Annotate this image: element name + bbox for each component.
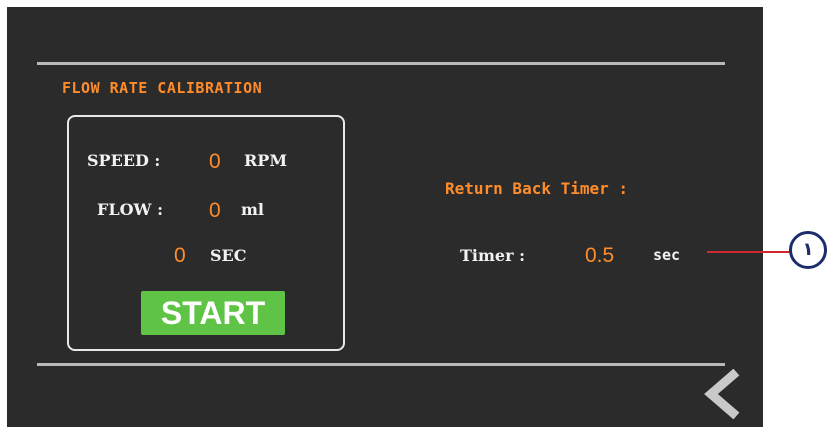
chevron-left-icon bbox=[704, 368, 740, 420]
device-screen: FLOW RATE CALIBRATION SPEED : 0 RPM FLOW… bbox=[7, 7, 763, 427]
timer-value[interactable]: 0.5 bbox=[585, 244, 614, 268]
timer-unit: sec bbox=[653, 246, 681, 264]
back-button[interactable] bbox=[701, 368, 743, 420]
flow-unit: ml bbox=[241, 200, 265, 219]
bottom-divider bbox=[37, 363, 725, 366]
callout-marker: ١ bbox=[789, 231, 827, 269]
timer-label: Timer : bbox=[460, 246, 525, 265]
speed-label: SPEED : bbox=[87, 151, 161, 170]
speed-value[interactable]: 0 bbox=[209, 150, 221, 174]
top-divider bbox=[37, 62, 725, 65]
section-title: FLOW RATE CALIBRATION bbox=[62, 79, 263, 97]
seconds-unit: SEC bbox=[210, 246, 247, 265]
flow-label: FLOW : bbox=[97, 200, 163, 219]
return-back-timer-title: Return Back Timer : bbox=[445, 179, 629, 198]
callout-line bbox=[707, 251, 791, 253]
start-button[interactable]: START bbox=[141, 291, 285, 335]
speed-unit: RPM bbox=[244, 151, 288, 170]
flow-value[interactable]: 0 bbox=[209, 199, 221, 223]
seconds-value: 0 bbox=[174, 244, 186, 267]
